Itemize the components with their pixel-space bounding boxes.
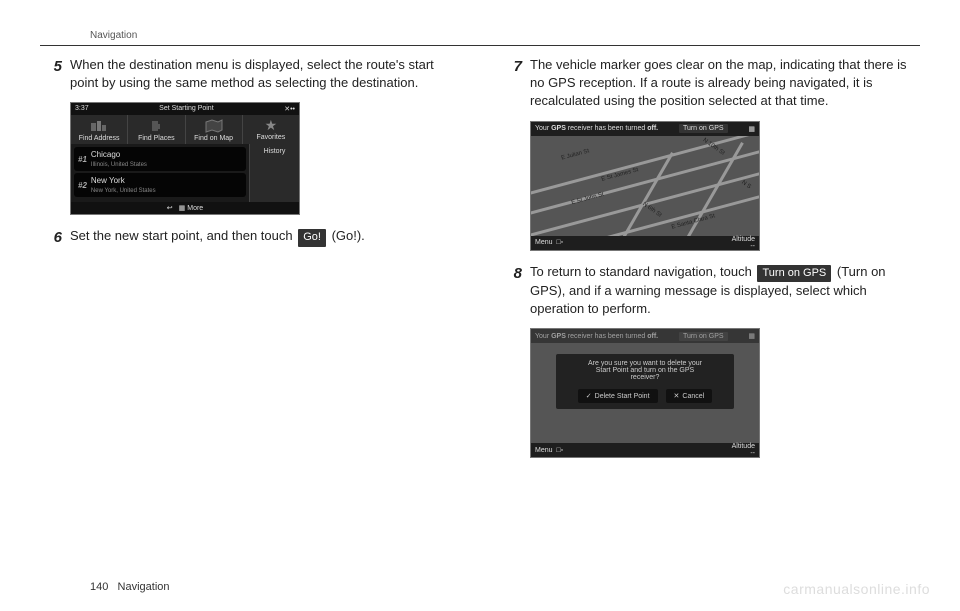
dialog-line-1: Are you sure you want to delete your [562,360,728,367]
grid-icon-dim: ▦ [748,332,755,340]
page-number: 140 [90,581,108,593]
dialog-line-2: Start Point and turn on the GPS [562,367,728,374]
step-6: 6 Set the new start point, and then touc… [40,227,460,248]
layers-icon[interactable]: □▫ [556,239,563,246]
item2-sub: New York, United States [91,188,156,194]
tab-favorites-label: Favorites [256,134,285,141]
check-icon: ✓ [586,392,592,400]
step-5-text: When the destination menu is displayed, … [70,56,460,92]
step-5-num: 5 [40,56,62,92]
tab-favorites[interactable]: ★ Favorites [243,115,299,144]
menu-button[interactable]: Menu [535,239,553,246]
watermark: carmanualsonline.info [783,581,930,597]
step-8-text: To return to standard navigation, touch … [530,263,920,319]
altitude-label-2: Altitude [732,443,755,450]
cancel-button[interactable]: ✕Cancel [666,389,713,403]
map-icon [204,119,224,133]
footer-section: Navigation [118,581,170,593]
step-7: 7 The vehicle marker goes clear on the m… [500,56,920,111]
confirm-dialog: Are you sure you want to delete your Sta… [555,353,735,410]
tab-find-on-map-label: Find on Map [194,135,233,142]
header-section: Navigation [90,30,920,41]
altitude-label: Altitude [732,236,755,243]
tab-find-on-map[interactable]: Find on Map [186,115,243,144]
go-button-label: Go! [298,229,326,246]
grid-icon[interactable]: ▦ [748,125,755,133]
screenshot-map-gps-off: Your GPS receiver has been turned off. T… [530,121,760,251]
step-8: 8 To return to standard navigation, touc… [500,263,920,319]
step-6-text: Set the new start point, and then touch … [70,227,460,248]
screenshot-confirm-dialog: Your GPS receiver has been turned off. T… [530,328,760,458]
step-8-num: 8 [500,263,522,319]
menu-button-2[interactable]: Menu [535,447,553,454]
buildings-icon [89,119,109,133]
item2-name: New York [91,176,125,185]
more-button[interactable]: ▦ More [179,204,204,212]
history-item-2[interactable]: #2 New York New York, United States [74,173,246,197]
signal-icon: ✕•• [284,105,295,113]
tab-find-address[interactable]: Find Address [71,115,128,144]
tab-find-places-label: Find Places [138,135,175,142]
shot1-time: 3:37 [75,105,89,113]
street-julian: E Julian St [561,148,590,161]
item1-name: Chicago [91,150,120,159]
gps-off-banner-dim: Your GPS receiver has been turned off. [535,333,658,340]
layers-icon-2[interactable]: □▫ [556,447,563,454]
history-item-1[interactable]: #1 Chicago Illinois, United States [74,147,246,171]
street-ns: N S [740,179,752,190]
shot1-title: Set Starting Point [89,105,285,113]
left-column: 5 When the destination menu is displayed… [40,56,460,470]
rank-2: #2 [78,181,87,190]
step-6-num: 6 [40,227,62,248]
right-column: 7 The vehicle marker goes clear on the m… [500,56,920,470]
tab-find-places[interactable]: Find Places [128,115,185,144]
rank-1: #1 [78,155,87,164]
delete-start-point-button[interactable]: ✓Delete Start Point [578,389,658,403]
step-7-text: The vehicle marker goes clear on the map… [530,56,920,111]
screenshot-set-starting-point: 3:37 Set Starting Point ✕•• Find Address… [70,102,300,215]
x-icon: ✕ [674,392,680,400]
history-button[interactable]: History [249,144,299,202]
gps-off-banner: Your GPS receiver has been turned off. [535,125,658,132]
step-5: 5 When the destination menu is displayed… [40,56,460,92]
step-7-num: 7 [500,56,522,111]
header-rule [40,45,920,46]
turn-on-gps-label: Turn on GPS [757,265,831,282]
item1-sub: Illinois, United States [91,162,147,168]
altitude-value: -- [750,243,755,250]
dialog-line-3: receiver? [562,374,728,381]
back-button[interactable]: ↩ [167,204,173,212]
tab-find-address-label: Find Address [79,135,120,142]
altitude-value-2: -- [750,450,755,457]
turn-on-gps-button[interactable]: Turn on GPS [679,124,728,133]
street-stjohn: E St John St [571,191,605,205]
star-icon: ★ [265,117,278,133]
content-columns: 5 When the destination menu is displayed… [40,56,920,470]
turn-on-gps-button-dim: Turn on GPS [679,332,728,341]
page-footer: 140 Navigation [90,581,170,593]
fuel-icon [146,119,166,133]
